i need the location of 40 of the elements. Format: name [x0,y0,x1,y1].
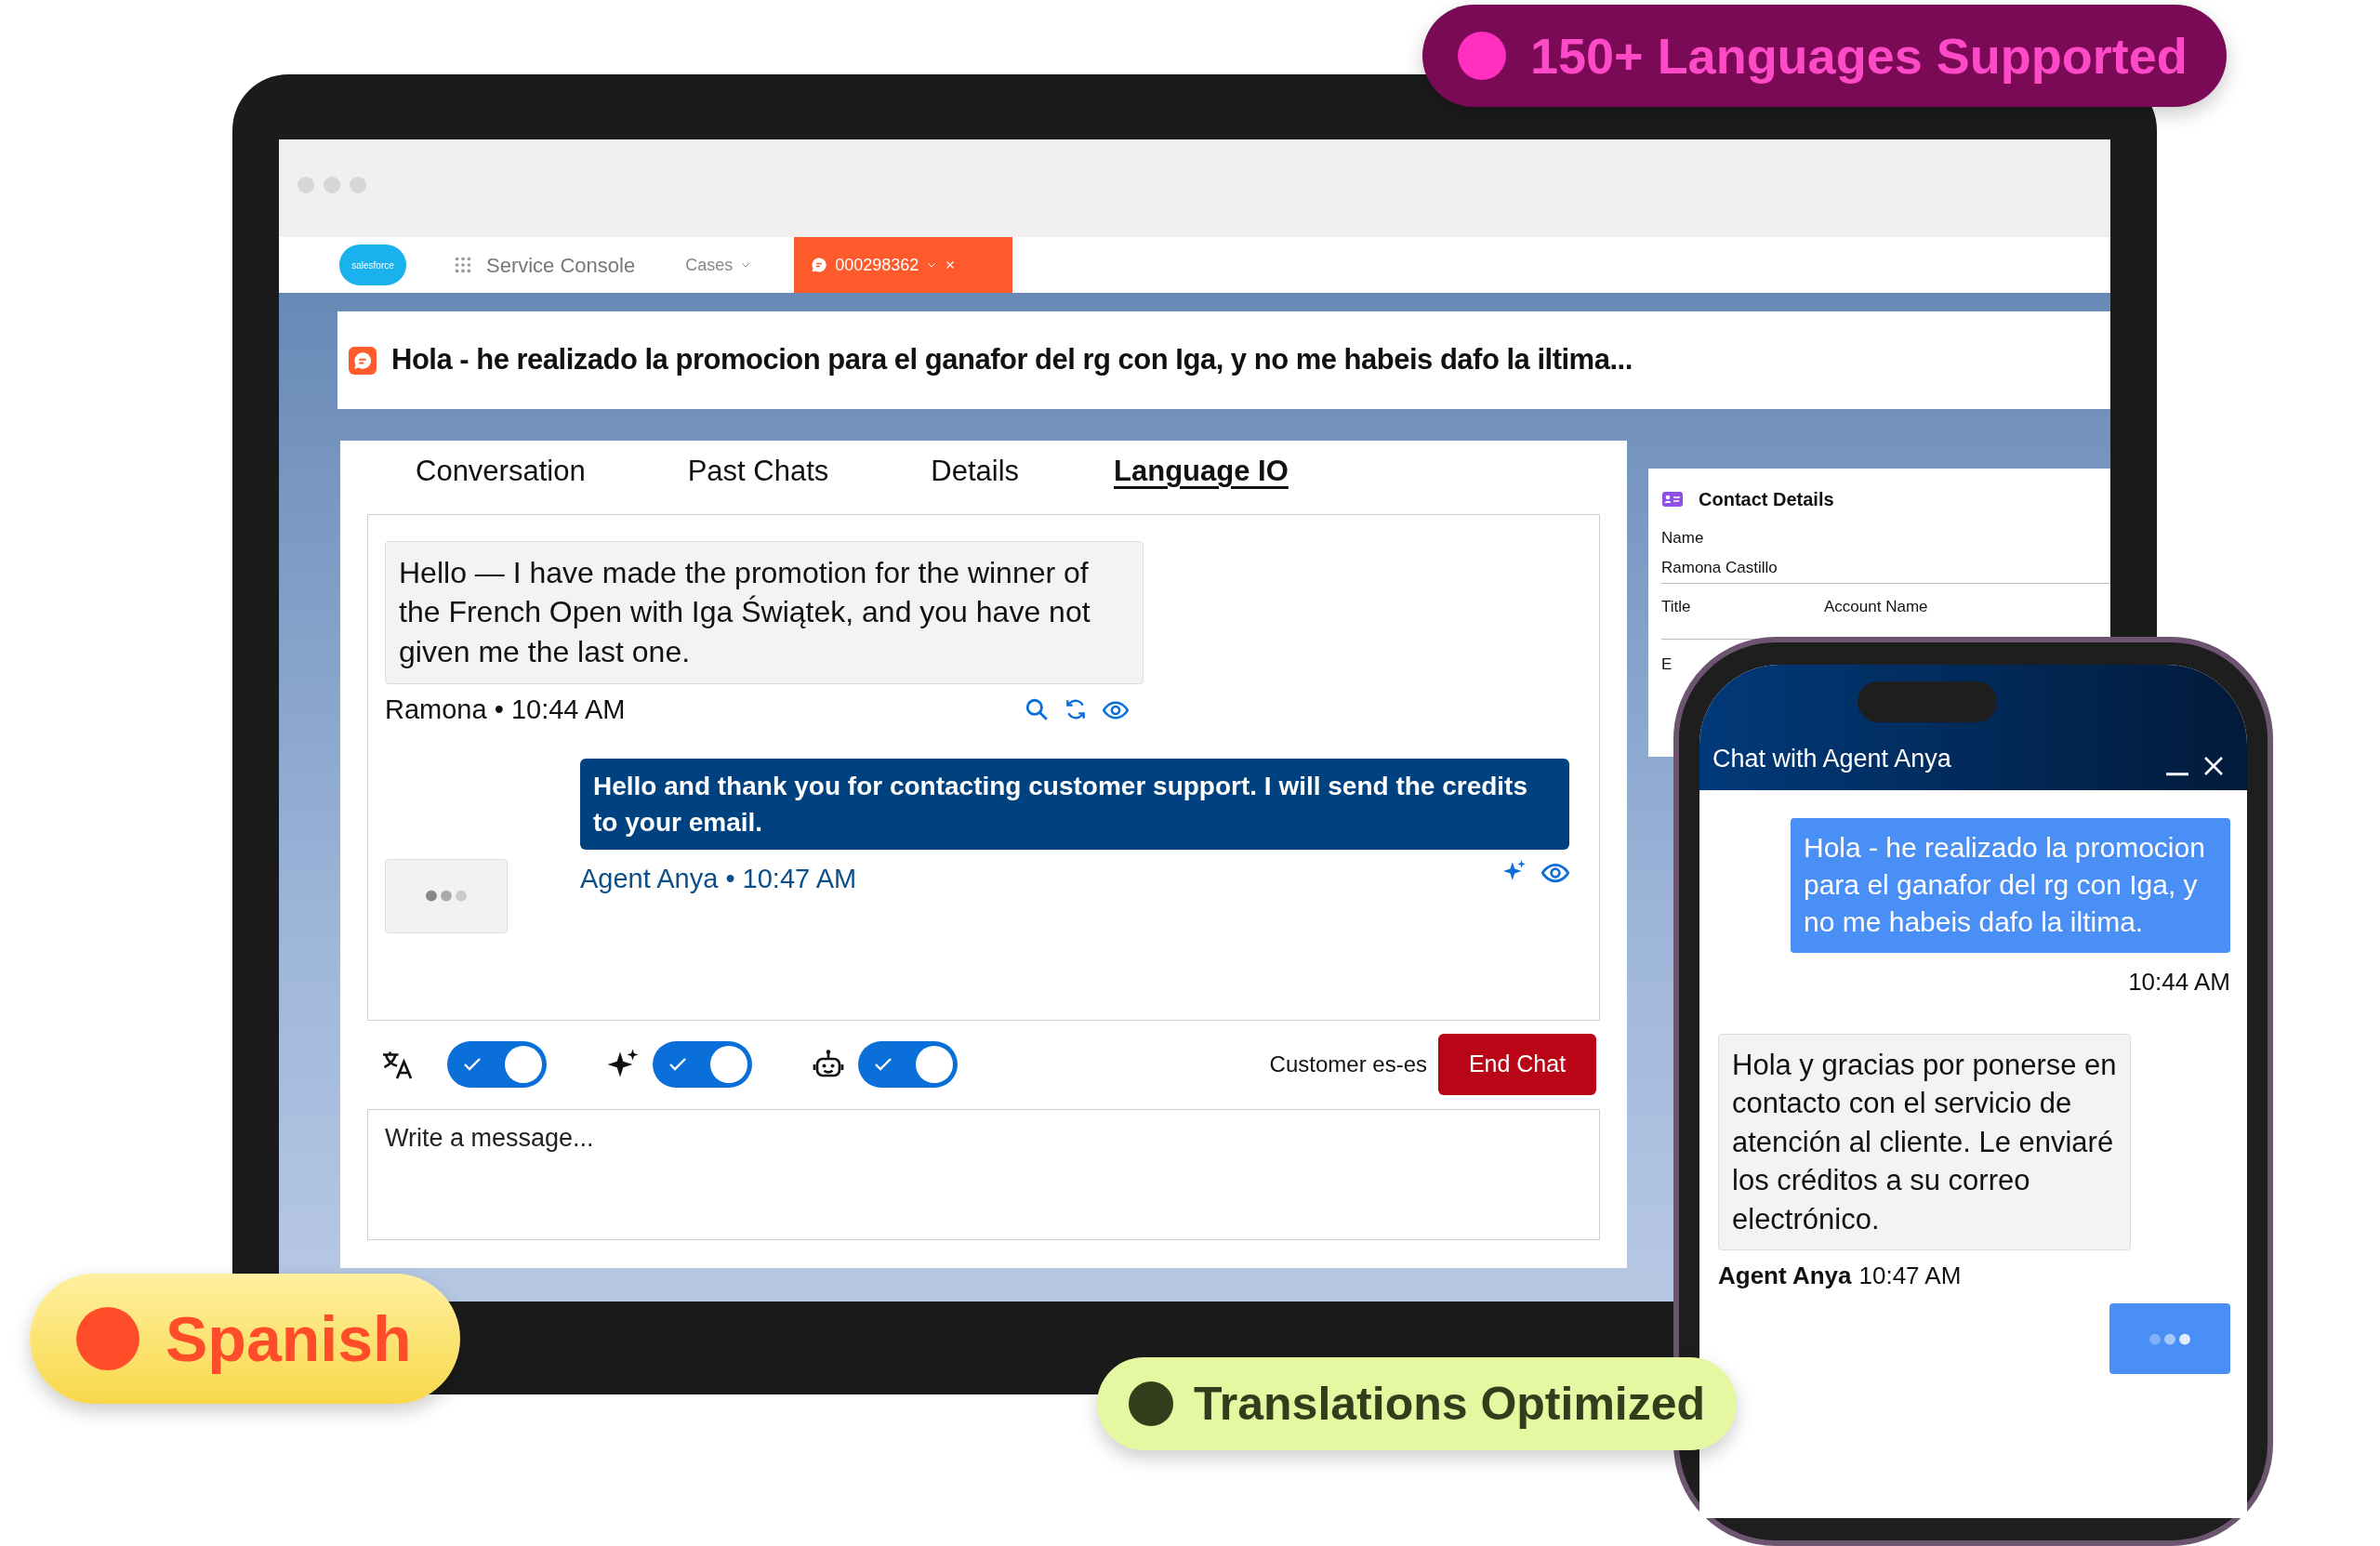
message-meta: Ramona • 10:44 AM [385,694,626,727]
chat-title: Chat with Agent Anya [1712,743,1951,774]
feature-badge: Spanish [30,1274,460,1404]
toggle-switch[interactable] [447,1041,547,1088]
toggle-switch[interactable] [653,1041,752,1088]
message-bubble: Hello — I have made the promotion for the winner of the French Open with Iga Świątek, and you have not given me the last one. [385,540,1144,685]
message-bubble: Hola y gracias por ponerse en contacto con el servicio de atención al cliente. Le enviaré los créditos a su correo electrónico. [1718,1033,2131,1251]
message-bubble: Hello and thank you for contacting customer support. I will send the credits to your email. [580,758,1569,850]
tab[interactable]: Language IO [1114,441,1289,499]
field-label: Title [1661,597,1692,617]
app-launcher-icon[interactable] [453,255,473,275]
field-label: Name [1661,528,1705,548]
close-icon[interactable] [2202,755,2225,777]
tab[interactable]: Past Chats [687,441,829,499]
logo: salesforce [339,244,406,285]
feature-badge: 150+ Languages Supported [1422,5,2227,107]
chat-icon [811,257,828,273]
sender-name: Agent Anya [1718,1261,1852,1292]
search-icon[interactable] [1025,696,1049,721]
dots-icon [426,890,467,903]
message-time: 10:47 AM [1858,1261,1962,1292]
case-subject: Hola - he realizado la promocion para el ganafor del rg con Iga, y no me habeis dafo la iltima... [391,342,1633,378]
dots-icon [2149,1332,2190,1345]
message-field[interactable]: Write a message... [367,1108,1600,1240]
tab[interactable]: Conversation [416,441,586,499]
toggle-switch[interactable] [858,1041,958,1088]
field-label: Account Name [1824,597,1928,617]
message-time: 10:44 AM [2128,967,2230,996]
end-chat-button[interactable]: End Chat [1438,1034,1596,1095]
message-meta: Agent Anya • 10:47 AM [580,863,857,895]
tab[interactable]: Details [931,441,1020,499]
app-name: Service Console [486,252,636,279]
field-value: Ramona Castillo [1661,549,2110,584]
feature-badge: Translations Optimized [1097,1357,1738,1450]
card-title: Contact Details [1699,488,1834,511]
chat-icon [349,346,377,375]
language-label: Customer es-es [1269,1050,1427,1078]
message-bubble: Hola - he realizado la promocion para el ganafor del rg con Iga, y no me habeis dafo la iltima. [1791,818,2230,953]
field-label: E [1661,654,1673,675]
nav-menu[interactable]: Cases [680,251,758,279]
